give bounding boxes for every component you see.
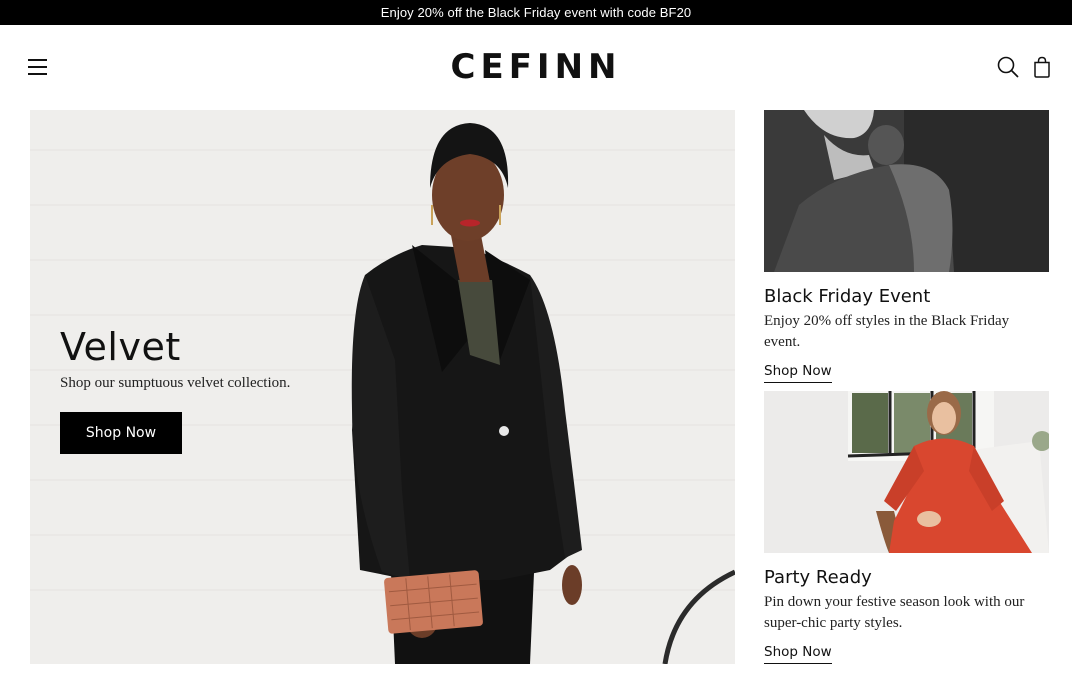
shopping-bag-icon[interactable] <box>1030 55 1054 79</box>
hero-banner[interactable]: Velvet Shop our sumptuous velvet collect… <box>30 110 735 664</box>
card-description: Pin down your festive season look with o… <box>764 594 1025 631</box>
hero-shop-now-button[interactable]: Shop Now <box>60 412 182 454</box>
card-title: Black Friday Event <box>764 286 931 307</box>
party-ready-image[interactable] <box>764 391 1049 553</box>
site-header: CEFINN <box>0 25 1072 110</box>
search-icon[interactable] <box>996 55 1020 79</box>
hamburger-menu-icon[interactable] <box>28 57 48 75</box>
card-shop-now-link[interactable]: Shop Now <box>764 363 832 383</box>
promo-card-black-friday: Black Friday Event Enjoy 20% off styles … <box>764 110 1049 383</box>
hero-text-block: Velvet Shop our sumptuous velvet collect… <box>60 325 290 454</box>
card-title: Party Ready <box>764 567 872 588</box>
promo-banner: Enjoy 20% off the Black Friday event wit… <box>0 0 1072 25</box>
card-shop-now-link[interactable]: Shop Now <box>764 644 832 664</box>
card-description: Enjoy 20% off styles in the Black Friday… <box>764 313 1010 350</box>
brand-logo[interactable]: CEFINN <box>436 45 636 89</box>
hero-subtitle: Shop our sumptuous velvet collection. <box>60 375 291 391</box>
hero-title: Velvet <box>60 325 181 369</box>
promo-card-party-ready: Party Ready Pin down your festive season… <box>764 391 1049 664</box>
black-friday-image[interactable] <box>764 110 1049 272</box>
